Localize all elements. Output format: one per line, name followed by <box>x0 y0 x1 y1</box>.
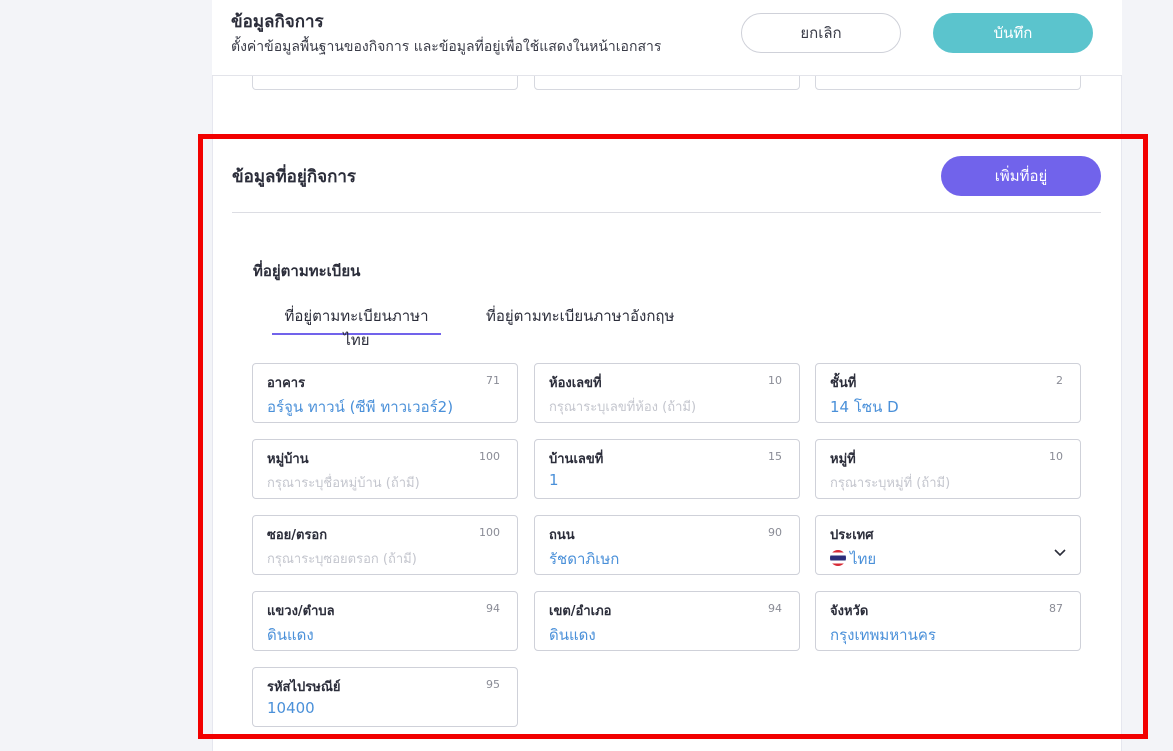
field-value: กรุงเทพมหานคร <box>830 626 936 644</box>
field-value: ไทย <box>830 547 876 571</box>
country-select[interactable]: ประเทศ ไทย <box>815 515 1081 575</box>
field-value: 10400 <box>267 699 315 717</box>
field-label: ถนน <box>549 528 575 543</box>
char-limit: 94 <box>486 602 500 615</box>
field-label: หมู่ที่ <box>830 452 856 467</box>
subdistrict-field[interactable]: แขวง/ตำบล 94 ดินแดง <box>252 591 518 651</box>
village-field[interactable]: หมู่บ้าน 100 กรุณาระบุชื่อหมู่บ้าน (ถ้าม… <box>252 439 518 499</box>
char-limit: 100 <box>479 526 500 539</box>
field-label: ห้องเลขที่ <box>549 376 602 391</box>
char-limit: 10 <box>768 374 782 387</box>
field-label: อาคาร <box>267 376 306 391</box>
section-title: ข้อมูลที่อยู่กิจการ <box>232 167 357 187</box>
field-label: จังหวัด <box>830 604 869 619</box>
page-title: ข้อมูลกิจการ <box>231 12 324 32</box>
field-label: แขวง/ตำบล <box>267 604 335 619</box>
field-value: อร์จูน ทาวน์ (ซีพี ทาวเวอร์2) <box>267 398 454 416</box>
char-limit: 15 <box>768 450 782 463</box>
field-label: บ้านเลขที่ <box>549 452 604 467</box>
moo-field[interactable]: หมู่ที่ 10 กรุณาระบุหมู่ที่ (ถ้ามี) <box>815 439 1081 499</box>
char-limit: 94 <box>768 602 782 615</box>
field-placeholder: กรุณาระบุเลขที่ห้อง (ถ้ามี) <box>549 400 697 415</box>
tab-english-address[interactable]: ที่อยู่ตามทะเบียนภาษาอังกฤษ <box>486 304 674 328</box>
field-placeholder: กรุณาระบุชื่อหมู่บ้าน (ถ้ามี) <box>267 476 420 491</box>
field-label: รหัสไปรษณีย์ <box>267 680 341 695</box>
thailand-flag-icon <box>830 550 846 566</box>
char-limit: 2 <box>1056 374 1063 387</box>
section-divider <box>232 212 1101 213</box>
field-value: ดินแดง <box>549 626 596 644</box>
chevron-down-icon[interactable] <box>1053 545 1067 559</box>
field-placeholder: กรุณาระบุซอยตรอก (ถ้ามี) <box>267 552 417 567</box>
field-label: หมู่บ้าน <box>267 452 309 467</box>
field-label: เขต/อำเภอ <box>549 604 612 619</box>
soi-field[interactable]: ซอย/ตรอก 100 กรุณาระบุซอยตรอก (ถ้ามี) <box>252 515 518 575</box>
floor-field[interactable]: ชั้นที่ 2 14 โซน D <box>815 363 1081 423</box>
field-placeholder: กรุณาระบุหมู่ที่ (ถ้ามี) <box>830 476 951 491</box>
field-value: ดินแดง <box>267 626 314 644</box>
road-field[interactable]: ถนน 90 รัชดาภิเษก <box>534 515 800 575</box>
field-value: 14 โซน D <box>830 398 899 416</box>
add-address-button[interactable]: เพิ่มที่อยู่ <box>941 156 1101 196</box>
char-limit: 90 <box>768 526 782 539</box>
page-header: ข้อมูลกิจการ ตั้งค่าข้อมูลพื้นฐานของกิจก… <box>212 0 1122 76</box>
char-limit: 10 <box>1049 450 1063 463</box>
tab-thai-address[interactable]: ที่อยู่ตามทะเบียนภาษาไทย <box>272 304 441 349</box>
char-limit: 71 <box>486 374 500 387</box>
house-number-field[interactable]: บ้านเลขที่ 15 1 <box>534 439 800 499</box>
room-field[interactable]: ห้องเลขที่ 10 กรุณาระบุเลขที่ห้อง (ถ้ามี… <box>534 363 800 423</box>
char-limit: 95 <box>486 678 500 691</box>
building-field[interactable]: อาคาร 71 อร์จูน ทาวน์ (ซีพี ทาวเวอร์2) <box>252 363 518 423</box>
field-label: ชั้นที่ <box>830 376 857 391</box>
page-subtitle: ตั้งค่าข้อมูลพื้นฐานของกิจการ และข้อมูลท… <box>231 39 662 55</box>
country-name: ไทย <box>850 550 877 568</box>
save-button[interactable]: บันทึก <box>933 13 1093 53</box>
char-limit: 100 <box>479 450 500 463</box>
field-value: 1 <box>549 471 559 489</box>
field-label: ซอย/ตรอก <box>267 528 328 543</box>
registered-address-title: ที่อยู่ตามทะเบียน <box>253 262 361 280</box>
postal-code-field[interactable]: รหัสไปรษณีย์ 95 10400 <box>252 667 518 727</box>
province-field[interactable]: จังหวัด 87 กรุงเทพมหานคร <box>815 591 1081 651</box>
cancel-button[interactable]: ยกเลิก <box>741 13 901 53</box>
district-field[interactable]: เขต/อำเภอ 94 ดินแดง <box>534 591 800 651</box>
char-limit: 87 <box>1049 602 1063 615</box>
field-value: รัชดาภิเษก <box>549 550 620 568</box>
field-label: ประเทศ <box>830 528 874 543</box>
